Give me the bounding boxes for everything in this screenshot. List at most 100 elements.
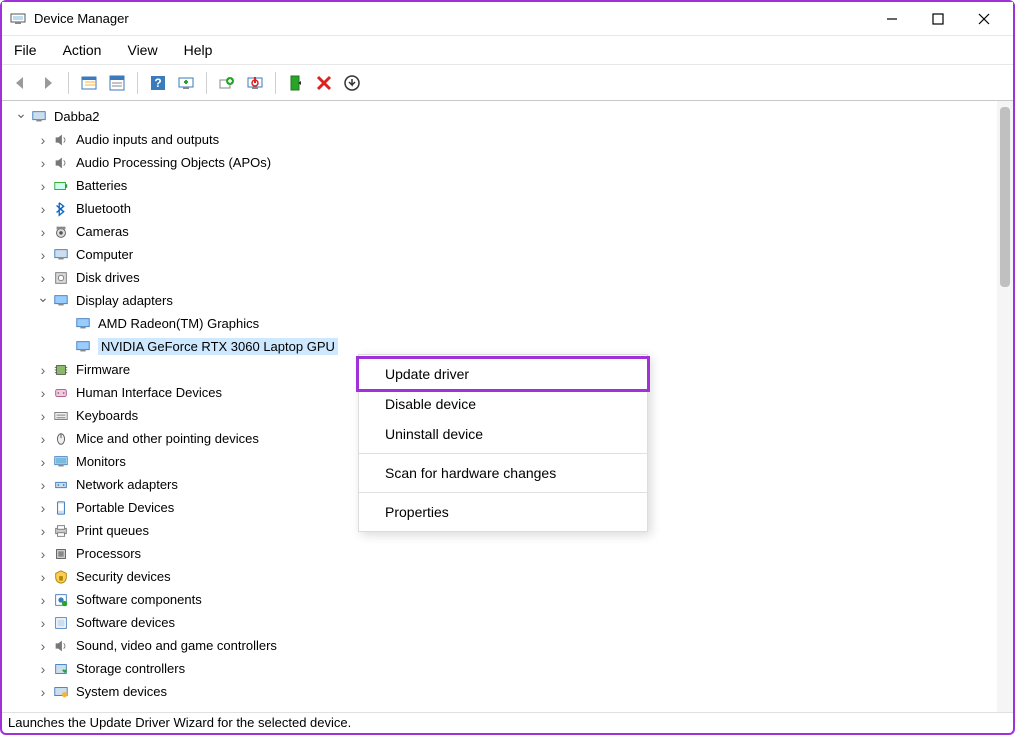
tree-category[interactable]: Storage controllers — [8, 657, 997, 680]
tree-label: Audio Processing Objects (APOs) — [76, 155, 271, 170]
title-bar: Device Manager — [2, 2, 1013, 36]
display-icon — [74, 315, 92, 333]
chevron-right-icon[interactable] — [36, 662, 50, 676]
close-button[interactable] — [961, 4, 1007, 34]
chevron-right-icon[interactable] — [36, 685, 50, 699]
menu-file[interactable]: File — [10, 40, 41, 60]
uninstall-device-button[interactable] — [312, 71, 336, 95]
show-hide-tree-button[interactable] — [77, 71, 101, 95]
monitor-icon — [52, 453, 70, 471]
ctx-separator — [359, 492, 647, 493]
ctx-properties[interactable]: Properties — [359, 497, 647, 527]
chevron-right-icon[interactable] — [36, 432, 50, 446]
chevron-right-icon[interactable] — [36, 593, 50, 607]
update-driver-button[interactable] — [215, 71, 239, 95]
chevron-right-icon[interactable] — [36, 524, 50, 538]
menu-action[interactable]: Action — [59, 40, 106, 60]
component-icon — [52, 591, 70, 609]
chevron-right-icon[interactable] — [36, 156, 50, 170]
speaker-icon — [52, 154, 70, 172]
chevron-right-icon[interactable] — [36, 225, 50, 239]
install-legacy-button[interactable] — [284, 71, 308, 95]
tree-label: Network adapters — [76, 477, 178, 492]
app-icon — [10, 11, 26, 27]
tree-category[interactable]: Cameras — [8, 220, 997, 243]
tree-label: Cameras — [76, 224, 129, 239]
tree-category[interactable]: Bluetooth — [8, 197, 997, 220]
tree-root[interactable]: Dabba2 — [8, 105, 997, 128]
tree-category[interactable]: System devices — [8, 680, 997, 703]
tree-category[interactable]: Audio inputs and outputs — [8, 128, 997, 151]
chevron-right-icon[interactable] — [36, 547, 50, 561]
ctx-scan-hardware[interactable]: Scan for hardware changes — [359, 458, 647, 488]
chevron-right-icon[interactable] — [36, 179, 50, 193]
tree-label: Computer — [76, 247, 133, 262]
menu-view[interactable]: View — [123, 40, 161, 60]
tree-category[interactable]: Security devices — [8, 565, 997, 588]
chevron-right-icon[interactable] — [36, 248, 50, 262]
camera-icon — [52, 223, 70, 241]
tree-category[interactable]: Software components — [8, 588, 997, 611]
tree-category[interactable]: Processors — [8, 542, 997, 565]
tree-label: Mice and other pointing devices — [76, 431, 259, 446]
chevron-right-icon[interactable] — [36, 133, 50, 147]
chevron-right-icon[interactable] — [36, 639, 50, 653]
toolbar-divider — [206, 72, 207, 94]
scan-changes-button[interactable] — [340, 71, 364, 95]
storage-icon — [52, 660, 70, 678]
tree-label: System devices — [76, 684, 167, 699]
disable-device-button[interactable] — [243, 71, 267, 95]
tree-label: Display adapters — [76, 293, 173, 308]
tree-category[interactable]: Sound, video and game controllers — [8, 634, 997, 657]
maximize-button[interactable] — [915, 4, 961, 34]
tree-category[interactable]: Software devices — [8, 611, 997, 634]
cpu-icon — [52, 545, 70, 563]
tree-label: Print queues — [76, 523, 149, 538]
chevron-right-icon[interactable] — [36, 501, 50, 515]
tree-category[interactable]: Computer — [8, 243, 997, 266]
ctx-uninstall-device[interactable]: Uninstall device — [359, 419, 647, 449]
chevron-right-icon[interactable] — [36, 570, 50, 584]
chevron-right-icon[interactable] — [36, 386, 50, 400]
nav-forward-button[interactable] — [36, 71, 60, 95]
vertical-scrollbar[interactable] — [997, 101, 1013, 712]
ctx-disable-device[interactable]: Disable device — [359, 389, 647, 419]
toolbar-divider — [68, 72, 69, 94]
network-icon — [52, 476, 70, 494]
ctx-separator — [359, 453, 647, 454]
tree-label: Processors — [76, 546, 141, 561]
chevron-right-icon[interactable] — [36, 478, 50, 492]
portable-icon — [52, 499, 70, 517]
chevron-right-icon[interactable] — [36, 616, 50, 630]
minimize-button[interactable] — [869, 4, 915, 34]
chevron-down-icon[interactable] — [14, 110, 28, 124]
softdevice-icon — [52, 614, 70, 632]
help-button[interactable]: ? — [146, 71, 170, 95]
tree-category[interactable]: Display adapters — [8, 289, 997, 312]
ctx-update-driver[interactable]: Update driver — [359, 359, 647, 389]
speaker-icon — [52, 131, 70, 149]
chevron-down-icon[interactable] — [36, 294, 50, 308]
speaker-icon — [52, 637, 70, 655]
bluetooth-icon — [52, 200, 70, 218]
tree-category[interactable]: Batteries — [8, 174, 997, 197]
tree-category[interactable]: Audio Processing Objects (APOs) — [8, 151, 997, 174]
chevron-right-icon[interactable] — [36, 271, 50, 285]
chevron-right-icon[interactable] — [36, 455, 50, 469]
toolbar-divider — [275, 72, 276, 94]
chevron-right-icon[interactable] — [36, 202, 50, 216]
scrollbar-thumb[interactable] — [1000, 107, 1010, 287]
tree-device[interactable]: AMD Radeon(TM) Graphics — [8, 312, 997, 335]
nav-back-button[interactable] — [8, 71, 32, 95]
properties-button[interactable] — [105, 71, 129, 95]
chevron-right-icon[interactable] — [36, 409, 50, 423]
scan-hardware-button[interactable] — [174, 71, 198, 95]
tree-category[interactable]: Disk drives — [8, 266, 997, 289]
menu-help[interactable]: Help — [180, 40, 217, 60]
chevron-right-icon[interactable] — [36, 363, 50, 377]
mouse-icon — [52, 430, 70, 448]
battery-icon — [52, 177, 70, 195]
chip-icon — [52, 361, 70, 379]
svg-text:?: ? — [154, 76, 161, 90]
status-bar: Launches the Update Driver Wizard for th… — [2, 712, 1013, 736]
